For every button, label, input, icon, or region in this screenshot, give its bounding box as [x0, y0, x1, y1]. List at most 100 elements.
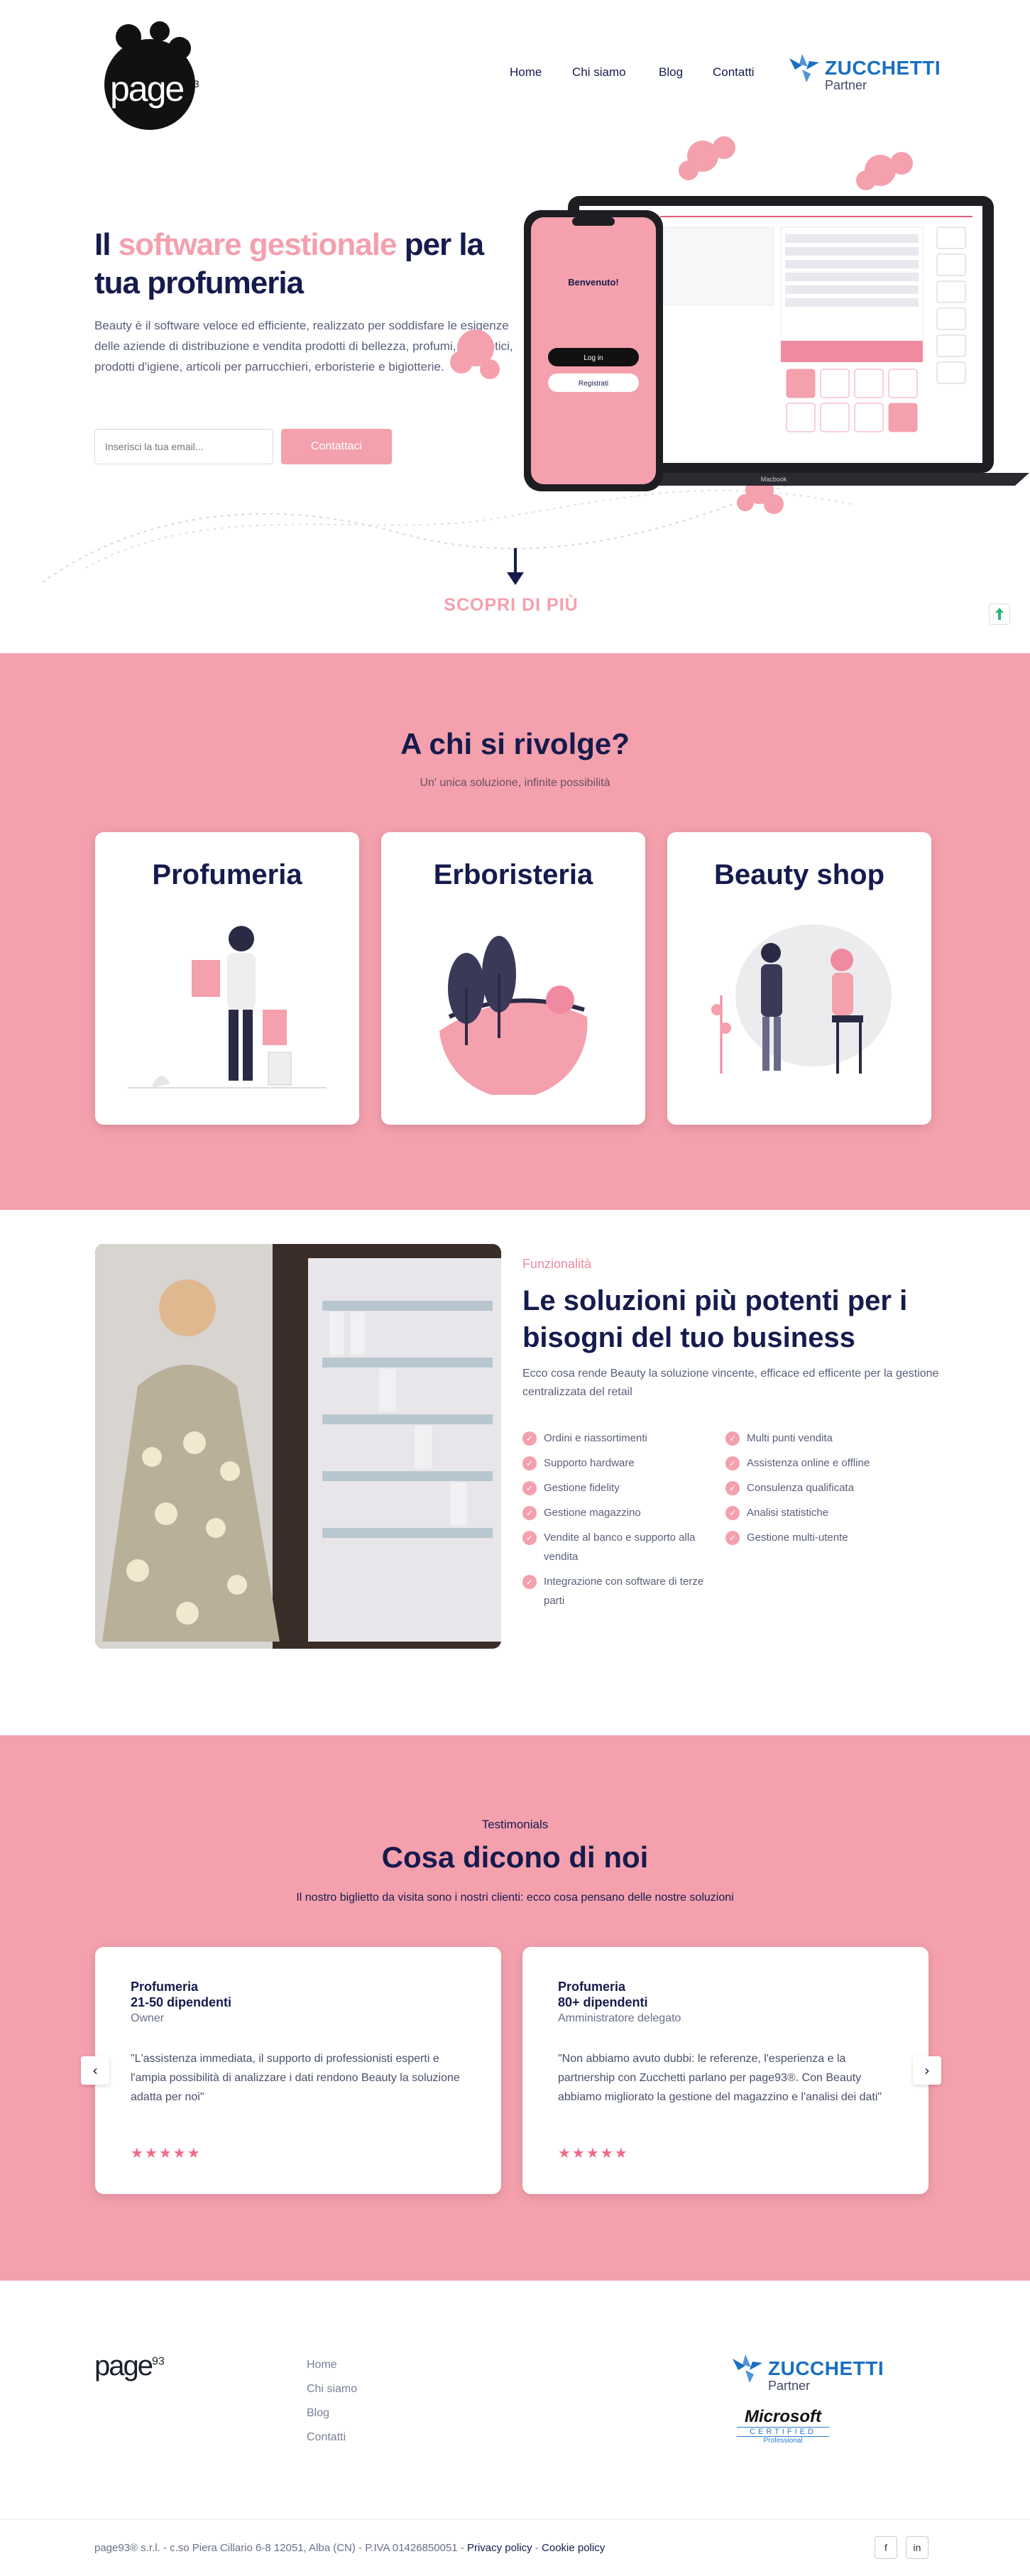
copyright: page93® s.r.l. - c.so Piera Cillario 6-8…: [94, 2542, 605, 2554]
check-icon: ✓: [522, 1481, 537, 1495]
back-to-top-button[interactable]: [989, 604, 1010, 625]
audience-card-profumeria[interactable]: Profumeria: [95, 832, 359, 1125]
feature-item: ✓ Ordini e riassortimenti: [522, 1429, 707, 1448]
zucchetti-name: ZUCCHETTI: [825, 57, 941, 79]
beauty-shop-illustration: [711, 924, 892, 1074]
zucchetti-sub: Partner: [768, 2379, 811, 2393]
card-title: Beauty shop: [713, 859, 885, 890]
features-kicker: Funzionalità: [522, 1257, 592, 1271]
feature-label: Analisi statistiche: [747, 1507, 829, 1519]
check-icon: ✓: [725, 1506, 740, 1520]
feature-label: Gestione multi-utente: [747, 1532, 848, 1544]
footer-zucchetti-logo: ZUCCHETTI Partner: [731, 2350, 884, 2396]
footer-logo-sup: 93: [151, 2355, 165, 2368]
feature-item: ✓ Assistenza online e offline: [725, 1453, 938, 1473]
zucchetti-sub: Partner: [825, 78, 867, 92]
feature-item: ✓ Gestione fidelity: [522, 1478, 707, 1497]
ms-name: Microsoft: [745, 2407, 821, 2426]
testimonial-size: 80+ dipendenti: [558, 1995, 648, 2009]
star-rating: ★★★★★: [558, 2144, 629, 2161]
card-title: Erboristeria: [433, 859, 593, 890]
audience-title: A chi si rivolge?: [400, 727, 630, 760]
feature-label: Vendite al banco e supporto alla vendita: [544, 1532, 696, 1563]
phone-register-label: Registrati: [579, 380, 608, 388]
audience-card-erboristeria[interactable]: Erboristeria: [381, 832, 645, 1125]
ms-cert: CERTIFIED: [737, 2427, 829, 2437]
copyright-sep: -: [532, 2542, 542, 2554]
store-photo: [95, 1244, 501, 1649]
testimonial-quote: "Non abbiamo avuto dubbi: le referenze, …: [558, 2053, 882, 2103]
scroll-down-arrow-icon[interactable]: [503, 547, 528, 586]
logo-text: page: [110, 69, 185, 109]
email-input[interactable]: [94, 429, 273, 464]
facebook-icon[interactable]: f: [875, 2536, 897, 2559]
feature-item: ✓ Supporto hardware: [522, 1453, 707, 1473]
testimonial-type: Profumeria: [131, 1980, 199, 1994]
audience-card-beauty-shop[interactable]: Beauty shop: [667, 832, 931, 1125]
testimonial-card: Profumeria 80+ dipendenti Amministratore…: [522, 1947, 928, 2194]
testimonial-role: Amministratore delegato: [558, 2012, 681, 2024]
check-icon: ✓: [725, 1481, 740, 1495]
feature-label: Integrazione con software di terze parti: [544, 1576, 704, 1607]
footer-logo-text: page: [94, 2350, 153, 2381]
privacy-policy-link[interactable]: Privacy policy: [467, 2542, 532, 2554]
check-icon: ✓: [522, 1506, 537, 1520]
footer-link-contatti[interactable]: Contatti: [307, 2431, 346, 2444]
feature-label: Supporto hardware: [544, 1457, 635, 1469]
check-icon: ✓: [725, 1431, 740, 1446]
zucchetti-icon: [789, 54, 819, 82]
features-description: Ecco cosa rende Beauty la soluzione vinc…: [522, 1368, 939, 1398]
arrow-up-icon: [995, 608, 1004, 620]
ms-pro: Professional: [763, 2437, 803, 2445]
testimonial-quote: "L'assistenza immediata, il supporto di …: [131, 2053, 460, 2103]
footer-logo[interactable]: page93: [94, 2350, 165, 2382]
star-rating: ★★★★★: [131, 2144, 202, 2161]
footer-link-chi-siamo[interactable]: Chi siamo: [307, 2383, 357, 2396]
hero-title-highlight: software gestionale: [118, 227, 398, 262]
footer-link-home[interactable]: Home: [307, 2359, 337, 2372]
microsoft-certified-badge: Microsoft CERTIFIED Professional: [737, 2407, 829, 2452]
carousel-prev-button[interactable]: ‹: [81, 2056, 109, 2085]
card-title: Profumeria: [152, 859, 302, 890]
site-logo[interactable]: page 93: [94, 17, 201, 131]
nav-home[interactable]: Home: [510, 65, 542, 80]
check-icon: ✓: [725, 1531, 740, 1545]
testimonial-card: Profumeria 21-50 dipendenti Owner "L'ass…: [95, 1947, 501, 2194]
footer-link-blog[interactable]: Blog: [307, 2407, 329, 2420]
contattaci-button[interactable]: Contattaci: [281, 429, 392, 464]
zucchetti-partner-logo: ZUCCHETTI Partner: [788, 50, 941, 95]
nav-contatti[interactable]: Contatti: [713, 65, 755, 80]
scopri-di-piu-link[interactable]: SCOPRI DI PIÙ: [369, 595, 653, 616]
feature-item: ✓ Gestione magazzino: [522, 1503, 707, 1522]
zucchetti-name: ZUCCHETTI: [768, 2357, 884, 2379]
check-icon: ✓: [522, 1431, 537, 1446]
feature-label: Gestione magazzino: [544, 1507, 641, 1519]
testimonials-title: Cosa dicono di noi: [381, 1840, 649, 1874]
check-icon: ✓: [522, 1456, 537, 1470]
erboristeria-illustration: [439, 936, 588, 1095]
features-title: Le soluzioni più potenti per i bisogni d…: [522, 1285, 908, 1353]
testimonial-type: Profumeria: [558, 1980, 626, 1994]
feature-label: Ordini e riassortimenti: [544, 1432, 647, 1444]
zucchetti-icon: [733, 2354, 762, 2383]
phone-welcome: Benvenuto!: [568, 277, 619, 288]
feature-item: ✓ Gestione multi-utente: [725, 1528, 938, 1547]
phone-login-label: Log in: [584, 354, 603, 362]
feature-item: ✓ Analisi statistiche: [725, 1503, 938, 1522]
check-icon: ✓: [522, 1531, 537, 1545]
testimonials-subtitle: Il nostro biglietto da visita sono i nos…: [296, 1892, 734, 1904]
cookie-policy-link[interactable]: Cookie policy: [542, 2542, 605, 2554]
nav-blog[interactable]: Blog: [659, 65, 683, 80]
copyright-text: page93® s.r.l. - c.so Piera Cillario 6-8…: [94, 2542, 467, 2554]
feature-item: ✓ Multi punti vendita: [725, 1429, 938, 1448]
audience-subtitle: Un' unica soluzione, infinite possibilit…: [420, 777, 610, 789]
feature-item: ✓ Vendite al banco e supporto alla vendit…: [522, 1528, 707, 1566]
check-icon: ✓: [725, 1456, 740, 1470]
carousel-next-button[interactable]: ›: [913, 2056, 941, 2085]
nav-chi-siamo[interactable]: Chi siamo: [572, 65, 626, 80]
check-icon: ✓: [522, 1575, 537, 1589]
feature-label: Multi punti vendita: [747, 1432, 833, 1444]
linkedin-icon[interactable]: in: [906, 2536, 928, 2559]
profumeria-illustration: [128, 926, 327, 1088]
laptop-label: Macbook: [761, 476, 787, 483]
